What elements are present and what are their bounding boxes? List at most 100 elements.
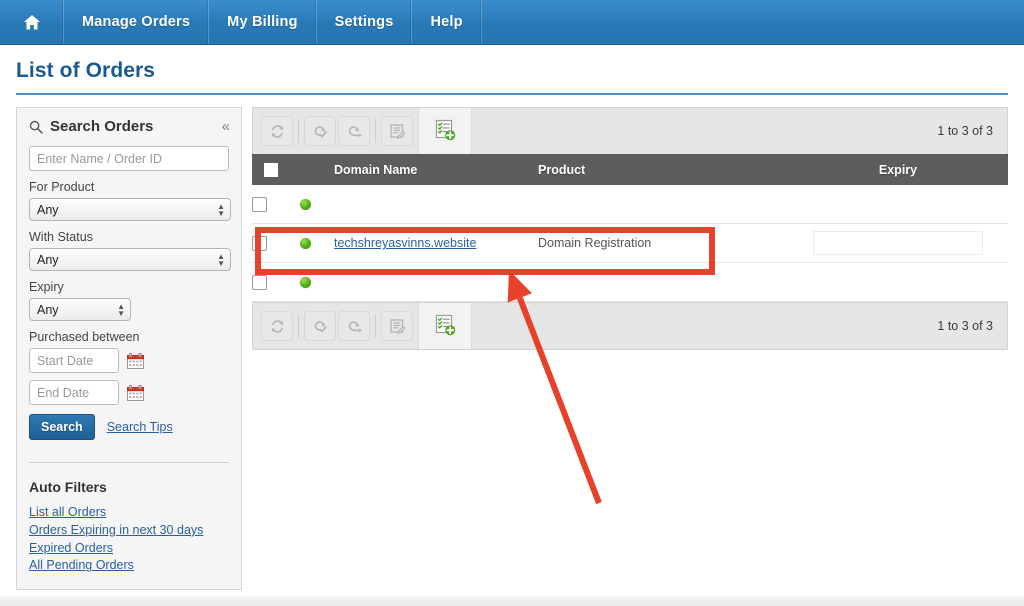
search-button[interactable]: Search [29,414,95,440]
row-product-cell [538,185,788,224]
auto-filter-expired-orders[interactable]: Expired Orders [29,540,229,557]
row-domain-cell [334,262,538,302]
toolbar-separator [298,119,299,143]
refresh-sync-icon[interactable] [261,116,293,146]
row-expiry-cell [788,262,1008,302]
add-list-icon [433,313,457,340]
header-product[interactable]: Product [538,154,788,185]
select-all-checkbox[interactable] [264,162,278,177]
with-status-select-wrap: Any ▲ ▼ [29,248,231,271]
edit-list-icon[interactable] [381,311,413,341]
row-product-cell [538,262,788,302]
header-domain-name[interactable]: Domain Name [334,154,538,185]
toolbar-separator [298,314,299,338]
expiry-value-box [813,231,983,255]
header-status [300,154,334,185]
nav-item-my-billing[interactable]: My Billing [209,0,317,44]
sidebar-header: Search Orders « [29,118,230,135]
page-bottom-shadow [0,594,1024,606]
nav-item-manage-orders[interactable]: Manage Orders [64,0,210,44]
for-product-select[interactable]: Any [29,198,231,221]
home-icon [23,14,41,31]
nav-label: Settings [334,14,394,30]
row-checkbox[interactable] [252,274,267,290]
row-checkbox[interactable] [252,196,267,212]
orders-table-body: techshreyasvinns.website Domain Registra… [252,185,1008,302]
row-checkbox-cell [252,185,300,224]
toolbar-separator [375,314,376,338]
page-canvas: Manage Orders My Billing Settings Help L… [0,0,1024,606]
renew-arrow-icon[interactable] [338,311,370,341]
for-product-label: For Product [29,180,95,194]
nav-label: My Billing [227,14,298,30]
orders-toolbar-bottom: 1 to 3 of 3 [252,302,1008,350]
row-domain-cell: techshreyasvinns.website [334,223,538,263]
page-header: List of Orders [0,45,1024,95]
end-date-row [29,380,229,405]
toolbar-separator [375,119,376,143]
row-checkbox-cell [252,262,300,302]
calendar-icon[interactable] [127,384,144,401]
nav-item-help[interactable]: Help [412,0,482,44]
auto-filter-list-all-orders[interactable]: List all Orders [29,504,229,521]
orders-table: Domain Name Product Expiry techshreyasvi… [252,154,1008,302]
status-dot-active [300,277,311,289]
for-product-select-wrap: Any ▲ ▼ [29,198,231,221]
purchased-between-label: Purchased between [29,330,140,344]
row-checkbox-cell [252,223,300,263]
expiry-select[interactable]: Any [29,298,131,321]
sidebar-divider [29,462,229,463]
refresh-sync-icon[interactable] [261,311,293,341]
orders-toolbar-top: 1 to 3 of 3 [252,107,1008,154]
status-dot-active [300,199,311,211]
pagination-bottom: 1 to 3 of 3 [937,319,993,333]
header-select-all [252,154,300,185]
chevron-double-left-icon[interactable]: « [222,118,230,135]
row-expiry-cell [788,185,1008,224]
search-tips-link[interactable]: Search Tips [107,420,173,434]
nav-label: Help [430,14,463,30]
row-checkbox[interactable] [252,235,267,251]
renew-check-icon[interactable] [304,116,336,146]
nav-label: Manage Orders [82,14,191,30]
add-order-tab[interactable] [418,303,472,349]
orders-panel: 1 to 3 of 3 Domain Name Product Expiry t… [252,107,1008,350]
renew-arrow-icon[interactable] [338,116,370,146]
sidebar-title: Search Orders [50,118,154,135]
table-header-row: Domain Name Product Expiry [252,154,1008,185]
top-navigation-bar: Manage Orders My Billing Settings Help [0,0,1024,45]
search-sidebar: Search Orders « For Product Any ▲▼ With … [16,107,242,591]
expiry-label: Expiry [29,280,64,294]
search-icon [29,120,43,134]
expiry-select-wrap: Any ▲ ▼ [29,298,131,321]
search-actions: Search Search Tips [29,414,229,440]
toolbar-button-group [253,108,418,154]
domain-link[interactable]: techshreyasvinns.website [334,236,476,250]
with-status-label: With Status [29,230,93,244]
orders-table-head: Domain Name Product Expiry [252,154,1008,185]
auto-filter-expiring-30-days[interactable]: Orders Expiring in next 30 days [29,522,229,539]
auto-filters-list: List all Orders Orders Expiring in next … [29,504,229,574]
nav-item-settings[interactable]: Settings [317,0,413,44]
renew-check-icon[interactable] [304,311,336,341]
toolbar-button-group [253,303,418,349]
nav-home-button[interactable] [0,0,64,44]
calendar-icon[interactable] [127,352,144,369]
search-name-input[interactable] [29,146,229,171]
row-product-cell: Domain Registration [538,223,788,263]
table-row [252,185,1008,224]
start-date-input[interactable] [29,348,119,373]
header-expiry[interactable]: Expiry [788,154,1008,185]
auto-filter-pending-orders[interactable]: All Pending Orders [29,557,229,574]
table-row [252,262,1008,302]
pagination-top: 1 to 3 of 3 [937,124,993,138]
row-status-cell [300,262,334,302]
table-row: techshreyasvinns.website Domain Registra… [252,223,1008,263]
row-status-cell [300,185,334,224]
with-status-select[interactable]: Any [29,248,231,271]
add-order-tab[interactable] [418,108,472,154]
edit-list-icon[interactable] [381,116,413,146]
end-date-input[interactable] [29,380,119,405]
auto-filters-title: Auto Filters [29,479,107,495]
